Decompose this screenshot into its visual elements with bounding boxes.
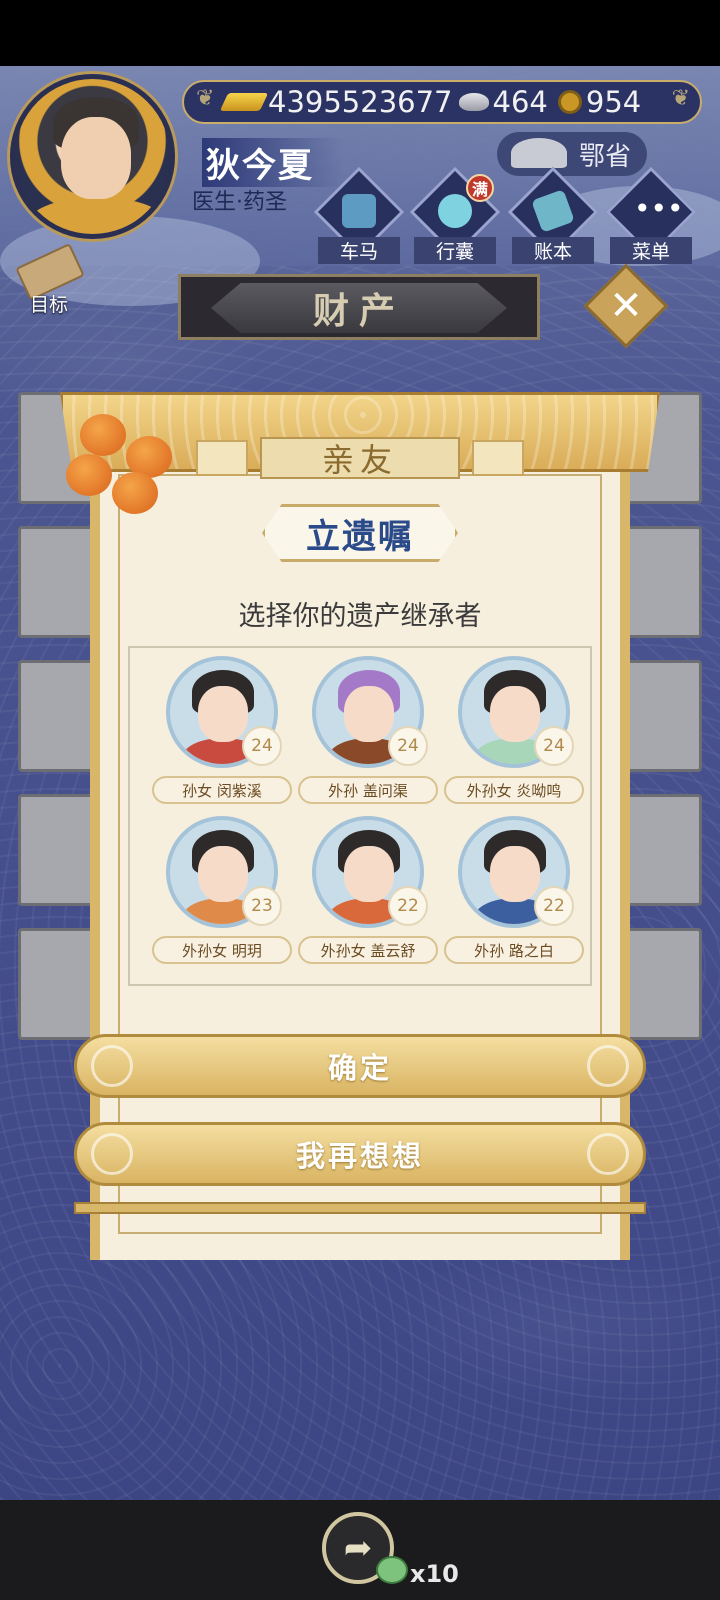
player-avatar[interactable]	[10, 74, 175, 239]
background-card	[18, 526, 98, 638]
reconsider-label: 我再想想	[295, 1139, 424, 1173]
silver-ingot-icon	[458, 93, 489, 111]
gold-ingot-icon	[219, 93, 269, 111]
close-icon: ✕	[609, 283, 643, 329]
heir-card[interactable]: 24 孙女 闵紫溪	[152, 656, 292, 816]
region-label: 鄂省	[578, 141, 631, 172]
swirl-ornament-icon	[587, 1045, 629, 1087]
background-card	[622, 794, 702, 906]
menu-ledger-button[interactable]: 账本	[507, 166, 599, 264]
tab-side-plate	[196, 440, 248, 476]
banner-title: 财产	[312, 291, 405, 332]
heir-name: 外孙 路之白	[444, 936, 584, 964]
swirl-ornament-icon	[587, 1133, 629, 1175]
tab-side-plate	[472, 440, 524, 476]
background-card	[18, 660, 98, 772]
player-title: 医生·药圣	[192, 190, 287, 215]
persimmon	[80, 414, 126, 456]
heir-age: 22	[534, 886, 574, 926]
background-card	[622, 928, 702, 1040]
heir-age: 22	[388, 886, 428, 926]
will-title: 立遗嘱	[306, 516, 414, 557]
confirm-label: 确定	[327, 1051, 392, 1085]
reward-gem-icon	[376, 1556, 408, 1584]
tab-plate: 亲友	[260, 437, 460, 479]
banner-plate: 财产	[211, 283, 507, 333]
background-card	[622, 526, 702, 638]
heir-name: 孙女 闵紫溪	[152, 776, 292, 804]
heir-card[interactable]: 22 外孙女 盖云舒	[298, 816, 438, 976]
goal-label: 目标	[29, 294, 68, 316]
full-badge: 满	[466, 174, 494, 202]
bamboo-icon: ❦	[671, 86, 690, 111]
close-button[interactable]: ✕	[583, 263, 669, 349]
region-landmark-icon	[511, 138, 567, 168]
reward-count: x10	[410, 1560, 459, 1588]
heir-card[interactable]: 23 外孙女 明玥	[152, 816, 292, 976]
status-bar	[0, 0, 720, 66]
silver-amount: 464	[492, 85, 548, 119]
menu-label: 菜单	[610, 237, 692, 264]
menu-label: 车马	[318, 237, 400, 264]
goal-button[interactable]: 目标	[14, 243, 85, 316]
heir-grid: 24 孙女 闵紫溪 24 外孙 盖问渠 24 外孙女 炎呦鸣 23 外孙女 明玥…	[128, 646, 592, 986]
will-title-plate: 立遗嘱	[262, 504, 458, 562]
background-card	[18, 794, 98, 906]
heir-age: 24	[534, 726, 574, 766]
persimmon	[66, 454, 112, 496]
background-card	[18, 928, 98, 1040]
menu-carriage-button[interactable]: 车马	[313, 166, 405, 264]
heir-card[interactable]: 22 外孙 路之白	[444, 816, 584, 976]
heir-name: 外孙女 炎呦鸣	[444, 776, 584, 804]
avatar-robe	[25, 197, 170, 234]
menu-bag-button[interactable]: 满 行囊	[409, 166, 501, 264]
bag-icon	[438, 194, 472, 228]
menu-label: 账本	[512, 237, 594, 264]
background-card	[622, 660, 702, 772]
heir-name: 外孙 盖问渠	[298, 776, 438, 804]
region-button[interactable]: 鄂省	[497, 132, 647, 176]
more-icon: •••	[634, 192, 684, 225]
heir-age: 23	[242, 886, 282, 926]
copper-coin-icon	[557, 90, 582, 114]
heir-name: 外孙女 盖云舒	[298, 936, 438, 964]
confirm-button[interactable]: 确定	[74, 1034, 646, 1098]
menu-label: 行囊	[414, 237, 496, 264]
swirl-ornament-icon	[91, 1133, 133, 1175]
heir-age: 24	[242, 726, 282, 766]
avatar-face	[61, 117, 131, 199]
heir-card[interactable]: 24 外孙 盖问渠	[298, 656, 438, 816]
share-icon: ➦	[343, 1528, 373, 1568]
reconsider-button[interactable]: 我再想想	[74, 1122, 646, 1186]
game-screen: ❦ 4395523677 464 954 ❦ 狄今夏 医生·药圣 鄂省 车马 满…	[0, 66, 720, 1500]
carriage-icon	[342, 194, 376, 228]
heir-age: 24	[388, 726, 428, 766]
dialog-subtitle: 选择你的遗产继承者	[238, 601, 482, 632]
resource-bar: ❦ 4395523677 464 954 ❦	[182, 80, 702, 124]
persimmon	[112, 472, 158, 514]
gold-amount: 4395523677	[268, 85, 453, 119]
bamboo-icon: ❦	[196, 86, 215, 111]
dialog-base-bar	[74, 1202, 646, 1214]
swirl-ornament-icon	[91, 1045, 133, 1087]
heir-card[interactable]: 24 外孙女 炎呦鸣	[444, 656, 584, 816]
heir-name: 外孙女 明玥	[152, 936, 292, 964]
persimmon-decoration-icon	[64, 414, 184, 524]
tab-title: 亲友	[321, 441, 398, 479]
wealth-banner: 财产	[178, 274, 540, 340]
dialog-tab: 亲友	[168, 436, 552, 480]
menu-more-button[interactable]: ••• 菜单	[605, 166, 697, 264]
coin-amount: 954	[585, 85, 642, 119]
